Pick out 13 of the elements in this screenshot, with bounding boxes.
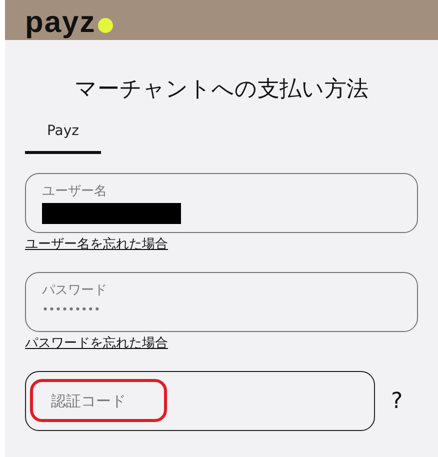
page-title: マーチャントへの支払い方法 [74,76,370,104]
tab[interactable]: Payz [25,118,101,154]
code-field[interactable]: 認証コード [25,371,375,431]
field-value: ••••••••• [42,303,100,317]
password-field[interactable]: パスワード ••••••••• [25,272,418,332]
dot-icon [98,18,113,33]
field-label: ユーザー名 [42,184,107,200]
field-label: パスワード [42,283,107,299]
username-field[interactable]: ユーザー名 [25,173,418,233]
logo: payz [25,6,96,40]
help-icon[interactable]: ? [391,388,403,414]
forgot-username-link[interactable]: ユーザー名を忘れた場合 [25,236,168,253]
forgot-password-link[interactable]: パスワードを忘れた場合 [25,335,168,352]
